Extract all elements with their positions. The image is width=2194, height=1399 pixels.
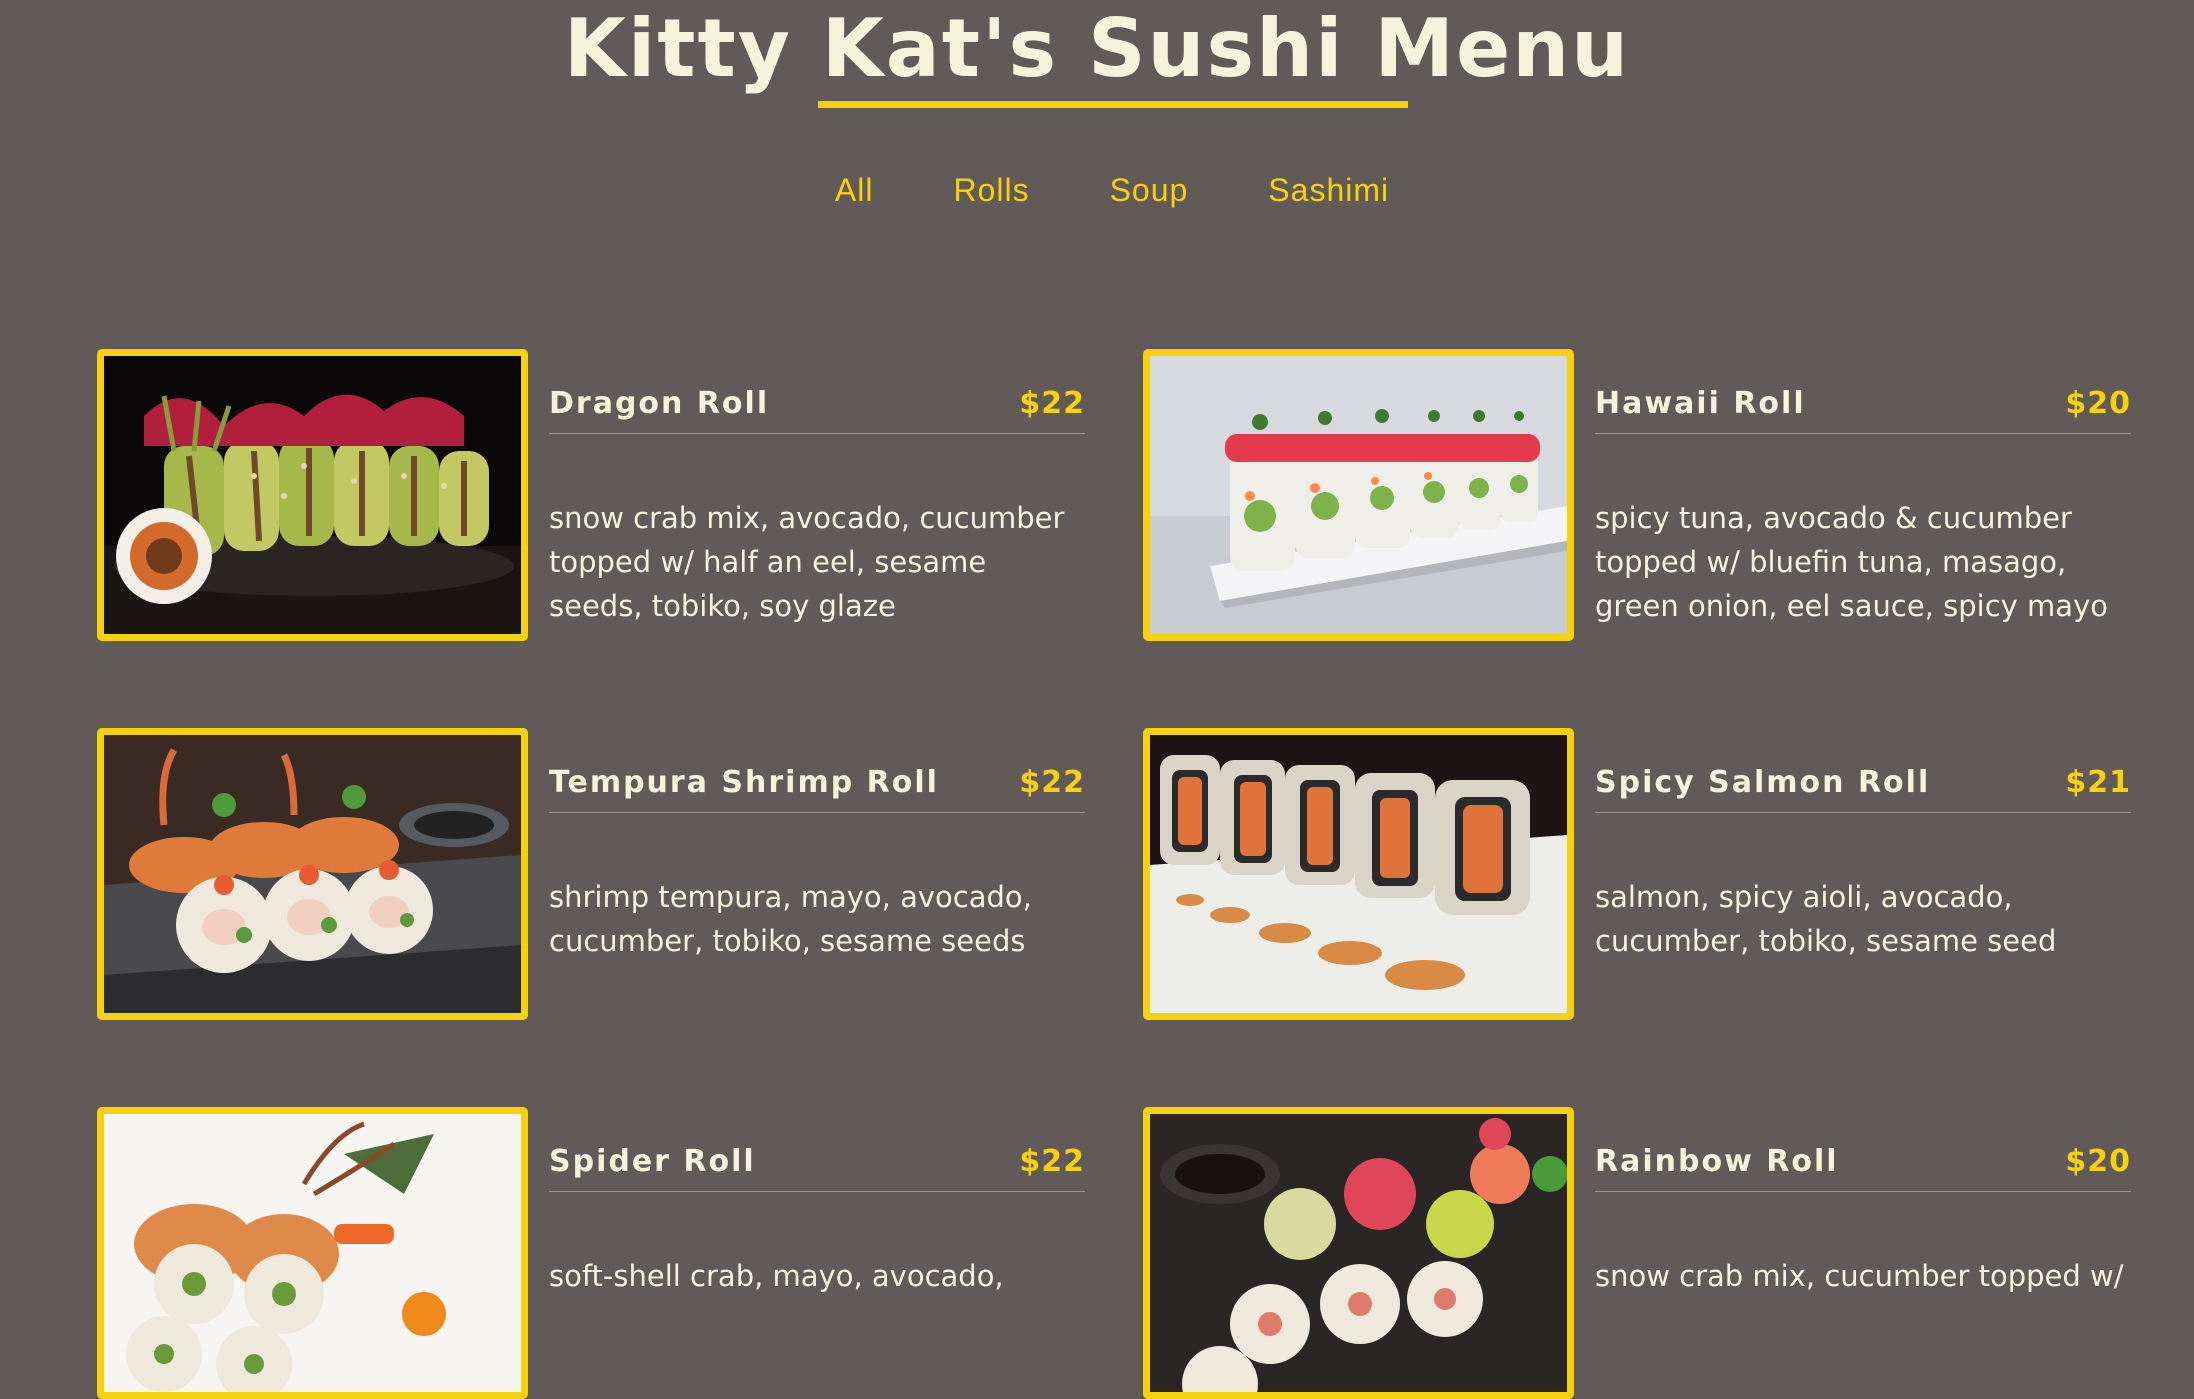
- item-name: Spider Roll: [549, 1144, 756, 1179]
- page-title: Kitty Kat's Sushi Menu: [563, 2, 1631, 95]
- item-name: Spicy Salmon Roll: [1595, 765, 1931, 800]
- item-description: salmon, spicy aioli, avocado, cucumber, …: [1595, 880, 2057, 958]
- item-price: $22: [1019, 765, 1085, 800]
- menu-item: Spicy Salmon Roll $21 salmon, spicy aiol…: [1143, 728, 2143, 1020]
- item-name: Rainbow Roll: [1595, 1144, 1839, 1179]
- item-price: $20: [2065, 386, 2131, 421]
- item-description: spicy tuna, avocado & cucumber topped w/…: [1595, 501, 2108, 623]
- menu-item-header: Hawaii Roll $20: [1595, 349, 2131, 434]
- spider-roll-photo: [97, 1107, 528, 1399]
- item-description: soft-shell crab, mayo, avocado,: [549, 1259, 1004, 1293]
- item-name: Tempura Shrimp Roll: [549, 765, 939, 800]
- item-price: $21: [2065, 765, 2131, 800]
- menu-item-header: Spider Roll $22: [549, 1107, 1085, 1192]
- category-filter-bar: All Rolls Soup Sashimi: [0, 170, 2194, 210]
- menu-item-info: Spicy Salmon Roll $21 salmon, spicy aiol…: [1595, 728, 2131, 992]
- filter-rolls-button[interactable]: Rolls: [953, 170, 1029, 210]
- tempura-shrimp-roll-photo: [97, 728, 528, 1020]
- hawaii-roll-photo: [1143, 349, 1574, 641]
- menu-item: Dragon Roll $22 snow crab mix, avocado, …: [97, 349, 1097, 641]
- menu-item-info: Spider Roll $22 soft-shell crab, mayo, a…: [549, 1107, 1085, 1327]
- dragon-roll-photo: [97, 349, 528, 641]
- menu-item: Rainbow Roll $20 snow crab mix, cucumber…: [1143, 1107, 2143, 1399]
- filter-sashimi-button[interactable]: Sashimi: [1268, 170, 1389, 210]
- menu-item-header: Tempura Shrimp Roll $22: [549, 728, 1085, 813]
- menu-item-info: Rainbow Roll $20 snow crab mix, cucumber…: [1595, 1107, 2131, 1327]
- rainbow-roll-photo: [1143, 1107, 1574, 1399]
- spicy-salmon-roll-photo: [1143, 728, 1574, 1020]
- menu-item: Spider Roll $22 soft-shell crab, mayo, a…: [97, 1107, 1097, 1399]
- item-price: $22: [1019, 1144, 1085, 1179]
- menu-item: Tempura Shrimp Roll $22 shrimp tempura, …: [97, 728, 1097, 1020]
- item-price: $22: [1019, 386, 1085, 421]
- menu-item-info: Tempura Shrimp Roll $22 shrimp tempura, …: [549, 728, 1085, 992]
- menu-item-header: Rainbow Roll $20: [1595, 1107, 2131, 1192]
- menu-item-header: Dragon Roll $22: [549, 349, 1085, 434]
- menu-item-info: Hawaii Roll $20 spicy tuna, avocado & cu…: [1595, 349, 2131, 657]
- item-description: snow crab mix, cucumber topped w/: [1595, 1259, 2124, 1293]
- menu-item: Hawaii Roll $20 spicy tuna, avocado & cu…: [1143, 349, 2143, 641]
- filter-all-button[interactable]: All: [835, 170, 874, 210]
- item-name: Hawaii Roll: [1595, 386, 1806, 421]
- item-description: shrimp tempura, mayo, avocado, cucumber,…: [549, 880, 1032, 958]
- item-description: snow crab mix, avocado, cucumber topped …: [549, 501, 1065, 623]
- menu-item-header: Spicy Salmon Roll $21: [1595, 728, 2131, 813]
- title-underline: [818, 101, 1408, 108]
- item-price: $20: [2065, 1144, 2131, 1179]
- menu-item-info: Dragon Roll $22 snow crab mix, avocado, …: [549, 349, 1085, 657]
- item-name: Dragon Roll: [549, 386, 770, 421]
- filter-soup-button[interactable]: Soup: [1110, 170, 1189, 210]
